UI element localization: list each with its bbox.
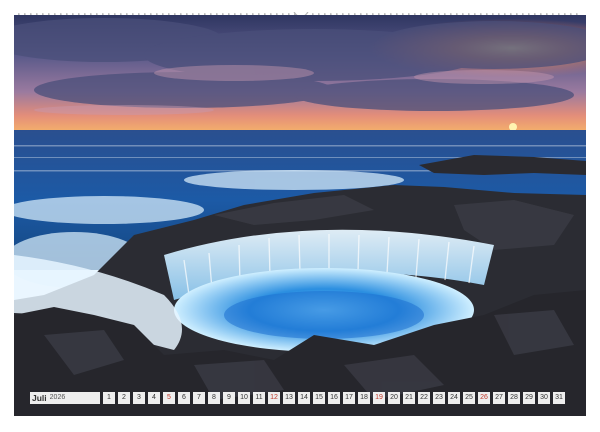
day-cell: 9 <box>223 391 235 404</box>
day-cell: 23 <box>433 391 445 404</box>
calendar-strip: Juli 2026 1 2 3 4 5 6 7 8 9 10 11 12 13 14 15 16 17 18 19 2… <box>30 391 568 404</box>
day-cell: 30 <box>538 391 550 404</box>
day-cell: 15 <box>313 391 325 404</box>
day-cell: 6 <box>178 391 190 404</box>
calendar-photo <box>14 15 586 416</box>
day-cell: 31 <box>553 391 565 404</box>
day-cell: 8 <box>208 391 220 404</box>
day-cell: 16 <box>328 391 340 404</box>
month-label-box: Juli 2026 <box>30 391 100 404</box>
day-cell: 29 <box>523 391 535 404</box>
day-cell: 10 <box>238 391 250 404</box>
month-name: Juli <box>32 392 47 403</box>
day-cell: 26 <box>478 391 490 404</box>
day-cell: 1 <box>103 391 115 404</box>
day-cell: 24 <box>448 391 460 404</box>
day-cell: 11 <box>253 391 265 404</box>
day-cell: 17 <box>343 391 355 404</box>
day-cell: 25 <box>463 391 475 404</box>
day-cell: 19 <box>373 391 385 404</box>
year-label: 2026 <box>49 394 66 401</box>
day-cell: 13 <box>283 391 295 404</box>
day-cell: 5 <box>163 391 175 404</box>
day-cell: 28 <box>508 391 520 404</box>
day-cell: 20 <box>388 391 400 404</box>
day-cell: 3 <box>133 391 145 404</box>
day-cell: 2 <box>118 391 130 404</box>
day-cell: 22 <box>418 391 430 404</box>
day-cell: 14 <box>298 391 310 404</box>
day-cell: 18 <box>358 391 370 404</box>
day-cell: 7 <box>193 391 205 404</box>
day-list: 1 2 3 4 5 6 7 8 9 10 11 12 13 14 15 16 17 18 19 20 21 22 23 24 2… <box>103 391 568 404</box>
day-cell: 4 <box>148 391 160 404</box>
day-cell: 12 <box>268 391 280 404</box>
day-cell: 27 <box>493 391 505 404</box>
day-cell: 21 <box>403 391 415 404</box>
